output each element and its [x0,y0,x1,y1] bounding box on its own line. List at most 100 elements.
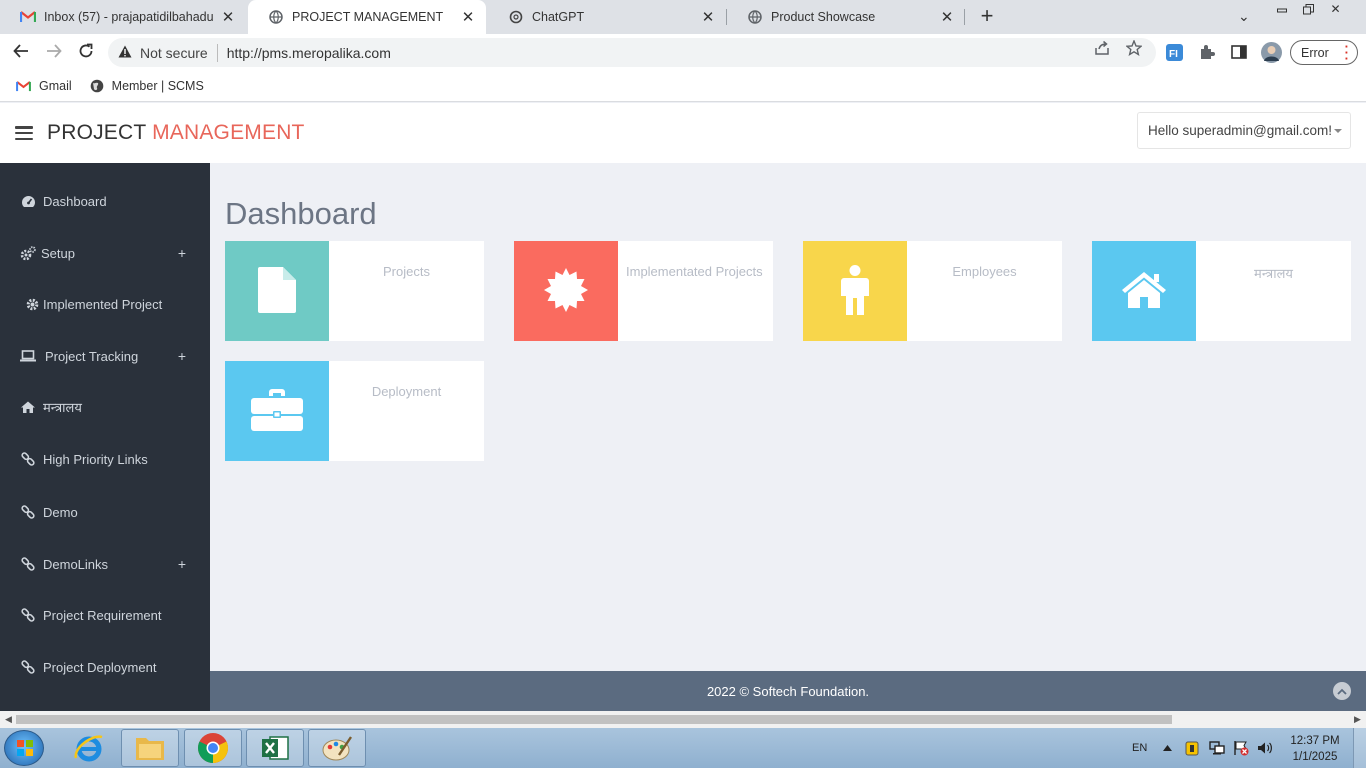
minimize-button[interactable] [1268,0,1295,18]
security-label[interactable]: Not secure [140,45,208,61]
tab-divider [964,9,965,25]
divider [216,43,218,62]
bookmarks-bar: Gmail Member | SCMS [0,71,1366,102]
scroll-to-top-button[interactable] [1333,682,1351,700]
sidebar-item-project-tracking[interactable]: Project Tracking + [0,341,210,371]
copyright-text: 2022 © Softech Foundation. [706,683,870,699]
language-indicator[interactable]: EN [1132,728,1147,768]
show-desktop-button[interactable] [1353,728,1366,768]
sidebar-item-dashboard[interactable]: Dashboard [0,186,210,216]
tab-title: PROJECT MANAGEMENT [292,10,444,24]
user-menu-dropdown[interactable]: Hello superadmin@gmail.com! [1137,112,1351,149]
side-panel-icon[interactable] [1229,41,1249,63]
more-menu-icon: · · · [1344,39,1349,66]
extension-fi-icon[interactable]: FI [1164,41,1184,63]
clock-time: 12:37 PM [1290,735,1340,747]
tab-gmail-inbox[interactable]: Inbox (57) - prajapatidilbahadur6 ✕ [0,0,246,34]
gears-icon [20,245,36,261]
window-controls: ✕ [1268,0,1349,18]
warning-icon [118,45,132,61]
profile-error-button[interactable]: Error · · · [1290,40,1358,65]
brand-logo[interactable]: PROJECT MANAGEMENT [47,121,305,145]
internet-explorer-icon[interactable] [60,729,118,767]
security-tray-icon[interactable] [1185,728,1199,768]
reload-icon[interactable] [75,42,97,64]
sidebar-item-project-requirement[interactable]: Project Requirement [0,600,210,630]
card-deployment[interactable]: Deployment [225,361,484,461]
tab-chatgpt[interactable]: ChatGPT ✕ [488,0,726,34]
chrome-icon[interactable] [184,729,242,767]
sidebar-item-label: मन्त्रालय [43,400,82,415]
card-implemented-projects[interactable]: Implementated Projects [514,241,773,341]
close-tab-icon[interactable]: ✕ [460,8,476,26]
network-icon[interactable] [1209,728,1225,768]
share-icon[interactable] [1094,40,1110,60]
tab-project-management[interactable]: PROJECT MANAGEMENT ✕ [248,0,486,34]
restore-button[interactable] [1295,0,1322,18]
sidebar-item-setup[interactable]: Setup + [0,238,210,268]
url-text[interactable]: http://pms.meropalika.com [227,45,391,61]
bookmark-gmail[interactable]: Gmail [16,79,72,93]
expand-plus-icon: + [177,348,186,364]
sidebar-item-high-priority-links[interactable]: High Priority Links [0,444,210,474]
user-greeting: Hello superadmin@gmail.com! [1148,123,1333,138]
flag-error-icon[interactable] [1233,728,1249,768]
sidebar-item-label: Project Deployment [43,659,157,675]
card-projects[interactable]: Projects [225,241,484,341]
horizontal-scrollbar[interactable]: ◀ ▶ [0,711,1366,728]
back-arrow-icon[interactable] [10,42,32,64]
show-hidden-icons-chevron-icon[interactable] [1163,728,1172,768]
link-icon [20,660,36,674]
paint-icon[interactable] [308,729,366,767]
sidebar-item-demolinks[interactable]: DemoLinks + [0,549,210,579]
address-bar[interactable]: Not secure http://pms.meropalika.com [108,38,1156,67]
card-ministry[interactable]: मन्त्रालय [1092,241,1351,341]
svg-text:FI: FI [1169,49,1178,60]
sidebar-item-label: Dashboard [43,193,107,209]
sidebar-item-project-deployment[interactable]: Project Deployment [0,652,210,682]
forward-arrow-icon[interactable] [43,42,65,64]
extensions-puzzle-icon[interactable] [1197,41,1217,63]
sidebar-item-demo[interactable]: Demo [0,497,210,527]
openai-icon [508,9,524,25]
hamburger-menu-icon[interactable] [15,126,33,140]
start-button[interactable] [4,730,44,766]
file-explorer-icon[interactable] [121,729,179,767]
card-employees[interactable]: Employees [803,241,1062,341]
system-clock[interactable]: 12:37 PM 1/1/2025 [1280,733,1350,765]
bookmark-member-scms[interactable]: Member | SCMS [90,79,204,93]
scrollbar-thumb[interactable] [16,715,1172,724]
globe-icon [90,79,104,93]
brand-part-2: MANAGEMENT [152,121,305,144]
expand-plus-icon: + [177,245,186,261]
profile-avatar[interactable] [1260,41,1282,63]
sidebar-item-ministry[interactable]: मन्त्रालय [0,392,210,422]
card-label: Employees [952,264,1017,279]
card-label: Projects [383,264,430,279]
footer: 2022 © Softech Foundation. [210,671,1366,711]
bookmark-label: Gmail [39,79,72,93]
bookmark-label: Member | SCMS [111,79,204,93]
volume-icon[interactable] [1257,728,1273,768]
tab-product-showcase[interactable]: Product Showcase ✕ [727,0,965,34]
tab-title: ChatGPT [532,10,585,24]
sidebar-item-implemented-project[interactable]: Implemented Project [0,289,210,319]
new-tab-button[interactable]: + [976,5,998,27]
tab-search-chevron-icon[interactable]: ⌄ [1238,8,1250,25]
page-title: Dashboard [225,196,377,231]
close-tab-icon[interactable]: ✕ [939,8,955,26]
sidebar-item-label: High Priority Links [43,451,148,467]
scroll-left-arrow-icon[interactable]: ◀ [5,714,12,725]
home-icon [20,401,36,413]
card-icon-box [1092,241,1196,341]
browser-toolbar: Not secure http://pms.meropalika.com [0,34,1366,71]
bookmark-star-icon[interactable] [1125,39,1143,60]
scroll-right-arrow-icon[interactable]: ▶ [1354,714,1361,725]
close-tab-icon[interactable]: ✕ [220,8,236,26]
close-window-button[interactable]: ✕ [1322,0,1349,18]
excel-icon[interactable] [246,729,304,767]
person-icon [840,264,870,318]
card-label: मन्त्रालय [1254,266,1293,281]
close-tab-icon[interactable]: ✕ [700,8,716,26]
card-icon-box [225,241,329,341]
